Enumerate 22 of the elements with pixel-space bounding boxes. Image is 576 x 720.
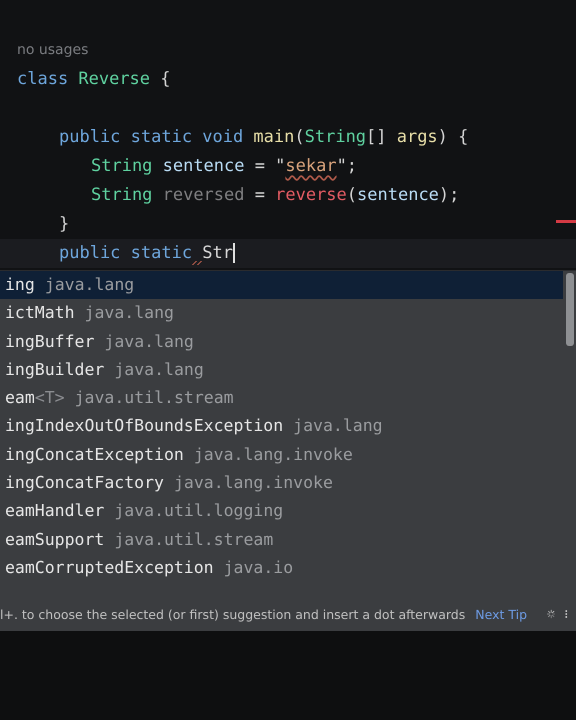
completion-item[interactable]: ictMath java.lang [0,299,563,328]
code-line: } [59,213,70,236]
completion-item[interactable]: ing java.lang [0,271,563,300]
code-line: String sentence = "sekar"; [91,155,358,178]
completion-item[interactable]: ingIndexOutOfBoundsException java.lang [0,412,563,441]
completion-item[interactable]: eamHandler java.util.logging [0,497,563,526]
completion-item[interactable]: eamSupport java.util.stream [0,526,563,554]
code-line: class Reverse { [17,68,170,91]
tip-text: l+. to choose the selected (or first) suggestion and insert a dot afterwards [0,606,466,622]
completion-item[interactable]: ingBuffer java.lang [0,328,563,356]
code-line: public static void main(String[] args) { [59,126,468,149]
completion-item[interactable]: ingConcatFactory java.lang.invoke [0,469,563,498]
scrollbar-thumb[interactable] [566,273,574,346]
completion-item[interactable]: ingBuilder java.lang [0,356,563,384]
code-line: String reversed = reverse(sentence); [91,184,460,207]
code-line: public static Str [59,239,235,268]
completion-item[interactable]: ingConcatException java.lang.invoke [0,440,563,470]
completion-item[interactable]: eamCorruptedException java.io [0,554,563,582]
completion-item[interactable]: eam<T> java.util.stream [0,384,563,412]
next-tip-link[interactable]: Next Tip [475,606,528,622]
usage-hint[interactable]: no usages [0,36,88,65]
error-stripe-mark [556,220,576,223]
